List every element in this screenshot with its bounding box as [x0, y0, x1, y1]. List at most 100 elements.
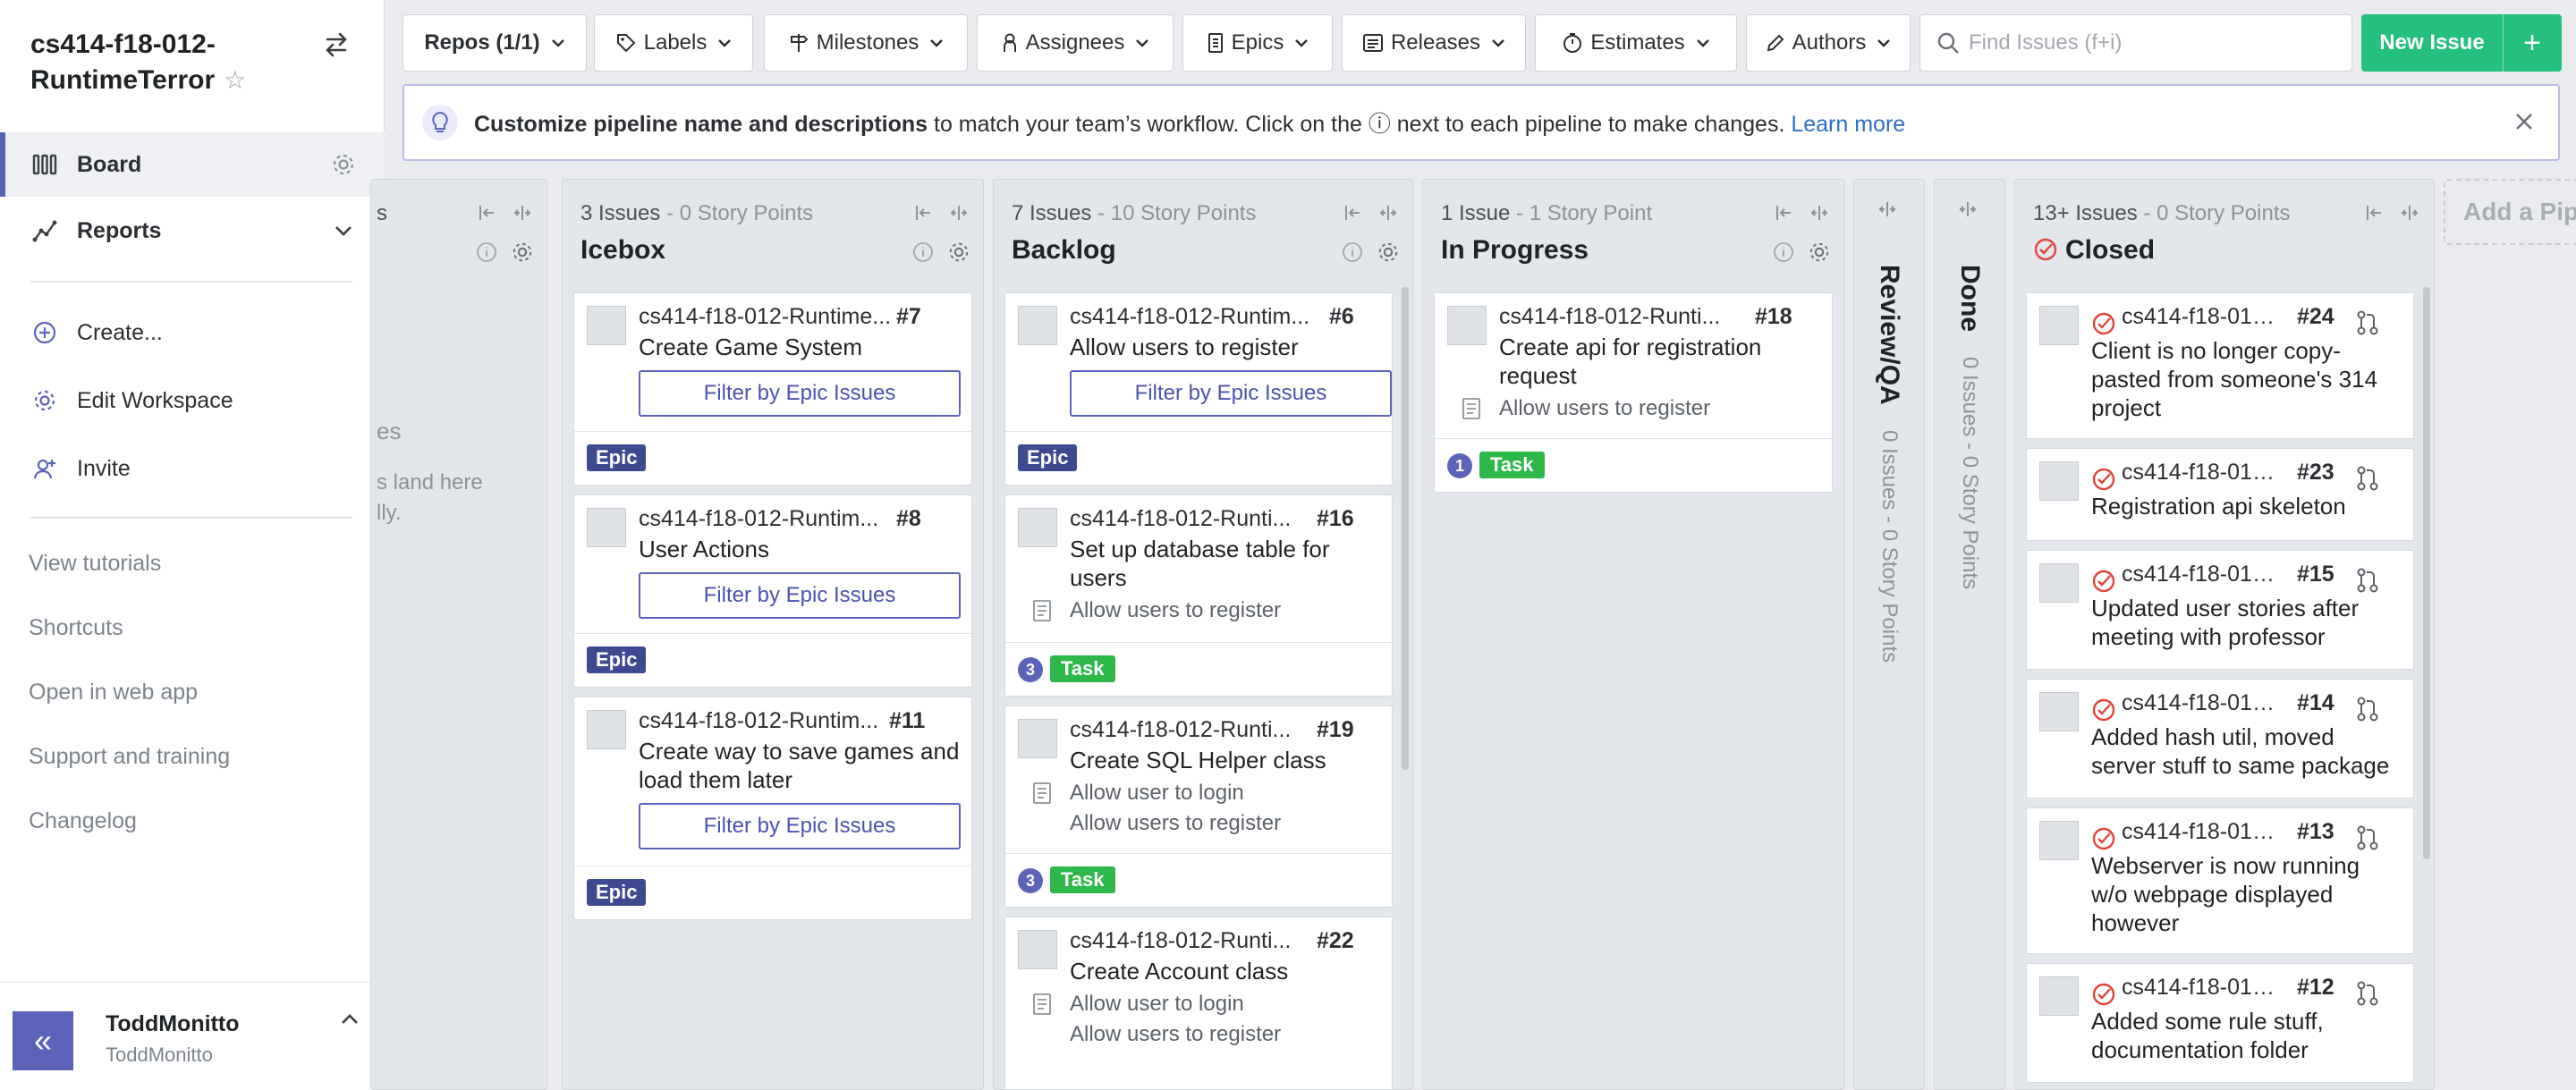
- learn-more-link[interactable]: Learn more: [1791, 112, 1905, 137]
- pipeline-settings: [1330, 239, 1402, 266]
- authors-filter[interactable]: Authors: [1746, 14, 1911, 72]
- card-title: Create way to save games and load them l…: [639, 738, 960, 793]
- expand-icon[interactable]: [1375, 199, 1402, 226]
- issue-card[interactable]: cs414-f18-012-Runti... #22 Create Accoun…: [1004, 917, 1393, 1089]
- nav-create[interactable]: Create...: [0, 300, 385, 365]
- collapse-icon[interactable]: [473, 199, 500, 226]
- linked-epic[interactable]: Allow users to register: [1499, 393, 1710, 424]
- pipeline-review-qa[interactable]: Review/QA 0 Issues - 0 Story Points: [1853, 179, 1925, 1090]
- pipeline-done[interactable]: Done 0 Issues - 0 Story Points: [1934, 179, 2005, 1090]
- info-icon[interactable]: [910, 239, 936, 266]
- collapse-icon[interactable]: [1339, 199, 1366, 226]
- gear-icon[interactable]: [945, 239, 972, 266]
- issue-card[interactable]: cs414-f18-012-Runtim... #8 User Actions …: [573, 494, 972, 688]
- expand-icon[interactable]: [509, 199, 536, 226]
- issue-card[interactable]: cs414-f18-012-Runti... #19 Create SQL He…: [1004, 706, 1393, 908]
- link-open-web-app[interactable]: Open in web app: [29, 680, 198, 706]
- assignees-filter[interactable]: Assignees: [977, 14, 1174, 72]
- search-input[interactable]: [1969, 30, 2344, 55]
- issue-card[interactable]: cs414-f18-012-Runtim... #6 Allow users t…: [1004, 292, 1393, 486]
- release-icon: [1362, 34, 1383, 52]
- estimates-filter[interactable]: Estimates: [1535, 14, 1737, 72]
- card-repo: cs414-f18-012-Runtim...: [1070, 304, 1310, 329]
- nav-edit-workspace[interactable]: Edit Workspace: [0, 368, 385, 433]
- board-settings-icon[interactable]: [329, 150, 358, 179]
- labels-filter[interactable]: Labels: [594, 14, 753, 72]
- issue-card[interactable]: cs414-f18-012... #24 Client is no longer…: [2026, 292, 2414, 439]
- add-pipeline-button[interactable]: Add a Pipeline: [2444, 179, 2576, 245]
- link-support[interactable]: Support and training: [29, 744, 230, 770]
- chevron-down-icon[interactable]: [329, 216, 358, 245]
- linked-epic[interactable]: Allow users to register: [1070, 1019, 1281, 1050]
- expand-icon[interactable]: [1958, 199, 1985, 226]
- issue-card[interactable]: cs414-f18-012-Runti... #16 Set up databa…: [1004, 494, 1393, 697]
- pipeline-vertical-label: Review/QA 0 Issues - 0 Story Points: [1874, 265, 1904, 663]
- pipeline-count: 7 Issues: [1012, 201, 1092, 225]
- filter-epic-button[interactable]: Filter by Epic Issues: [639, 803, 961, 849]
- link-shortcuts[interactable]: Shortcuts: [29, 615, 123, 641]
- issue-card[interactable]: cs414-f18-012-Runtime... #7 Create Game …: [573, 292, 972, 486]
- issue-card[interactable]: cs414-f18-012-Runtim... #11 Create way t…: [573, 697, 972, 920]
- chevron-up-icon[interactable]: [340, 1013, 365, 1038]
- collapse-icon[interactable]: [2360, 199, 2387, 226]
- linked-epic[interactable]: Allow user to login: [1070, 778, 1244, 808]
- new-issue-plus-button[interactable]: +: [2504, 26, 2561, 61]
- collapse-sidebar-button[interactable]: «: [13, 1011, 73, 1070]
- scrollbar[interactable]: [1402, 287, 1409, 770]
- pipeline-backlog: 7 Issues - 10 Story Points Backlog cs414…: [993, 179, 1413, 1090]
- issue-card[interactable]: cs414-f18-012... #15 Updated user storie…: [2026, 550, 2414, 670]
- collapse-icon[interactable]: [1770, 199, 1797, 226]
- new-issue-group: New Issue +: [2361, 14, 2562, 72]
- partial-meta: s: [377, 201, 387, 225]
- closed-issue-icon: [2092, 698, 2115, 722]
- linked-epic[interactable]: Allow users to register: [1070, 596, 1281, 626]
- nav-board[interactable]: Board: [0, 132, 385, 197]
- expand-icon[interactable]: [1877, 199, 1904, 226]
- epic-link-icon: [1462, 398, 1480, 419]
- linked-epic[interactable]: Allow users to register: [1070, 808, 1281, 839]
- expand-icon[interactable]: [945, 199, 972, 226]
- gear-icon[interactable]: [509, 239, 536, 266]
- switch-workspace-icon[interactable]: [322, 30, 351, 59]
- info-icon[interactable]: [1339, 239, 1366, 266]
- labels-label: Labels: [643, 30, 708, 55]
- info-icon[interactable]: [1770, 239, 1797, 266]
- chevron-down-icon: [1696, 39, 1709, 47]
- pipeline-actions: [2351, 199, 2423, 226]
- repos-filter[interactable]: Repos (1/1): [402, 14, 587, 72]
- issue-card[interactable]: cs414-f18-012... #23 Registration api sk…: [2026, 448, 2414, 541]
- scrollbar[interactable]: [2423, 287, 2430, 859]
- gear-icon[interactable]: [1806, 239, 1833, 266]
- add-user-icon: [30, 454, 59, 483]
- info-icon[interactable]: [473, 239, 500, 266]
- card-footer: Epic: [574, 431, 971, 485]
- close-icon[interactable]: [2510, 107, 2538, 136]
- pipeline-name: Done: [1955, 265, 1985, 332]
- releases-filter[interactable]: Releases: [1342, 14, 1526, 72]
- issue-card[interactable]: cs414-f18-012... #14 Added hash util, mo…: [2026, 679, 2414, 798]
- milestones-filter[interactable]: Milestones: [764, 14, 968, 72]
- filter-epic-button[interactable]: Filter by Epic Issues: [1070, 370, 1392, 417]
- filter-epic-button[interactable]: Filter by Epic Issues: [639, 370, 961, 417]
- workspace-title[interactable]: cs414-f18-012-RuntimeTerror ☆: [30, 27, 317, 98]
- issue-card[interactable]: cs414-f18-012... #12 Added some rule stu…: [2026, 963, 2414, 1083]
- issue-card[interactable]: cs414-f18-012... #13 Webserver is now ru…: [2026, 807, 2414, 954]
- filter-epic-button[interactable]: Filter by Epic Issues: [639, 572, 961, 619]
- gear-icon[interactable]: [1375, 239, 1402, 266]
- expand-icon[interactable]: [1806, 199, 1833, 226]
- nav-reports[interactable]: Reports: [0, 199, 385, 263]
- search-box[interactable]: [1919, 14, 2352, 72]
- user-name[interactable]: ToddMonitto: [106, 1011, 239, 1037]
- link-view-tutorials[interactable]: View tutorials: [29, 551, 161, 577]
- card-repo: cs414-f18-012-Runtim...: [639, 506, 879, 531]
- link-changelog[interactable]: Changelog: [29, 808, 137, 834]
- new-issue-button[interactable]: New Issue: [2361, 30, 2503, 55]
- star-icon[interactable]: ☆: [224, 66, 246, 94]
- card-repo: cs414-f18-012...: [2122, 690, 2283, 715]
- expand-icon[interactable]: [2396, 199, 2423, 226]
- collapse-icon[interactable]: [910, 199, 936, 226]
- issue-card[interactable]: cs414-f18-012-Runti... #18 Create api fo…: [1434, 292, 1833, 493]
- epics-filter[interactable]: Epics: [1182, 14, 1333, 72]
- nav-invite[interactable]: Invite: [0, 436, 385, 501]
- linked-epic[interactable]: Allow user to login: [1070, 989, 1244, 1019]
